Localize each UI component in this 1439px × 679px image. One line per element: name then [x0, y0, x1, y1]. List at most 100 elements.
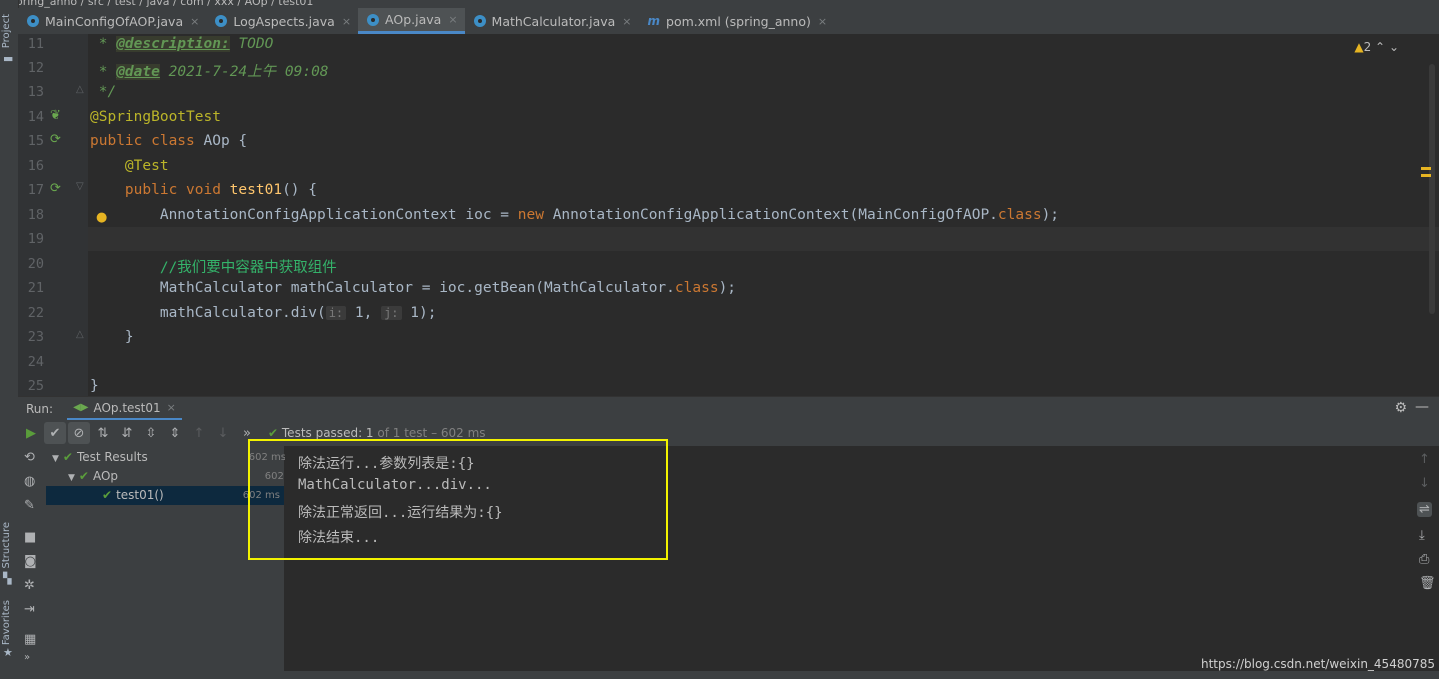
gear-icon[interactable]: ⚙: [1394, 400, 1407, 416]
layout-icon[interactable]: ▦: [24, 632, 36, 647]
tab-mainconfigofaop[interactable]: MainConfigOfAOP.java ×: [18, 8, 206, 34]
check-icon: ✔: [268, 426, 279, 440]
import-icon[interactable]: ⇥: [24, 602, 35, 617]
tests-passed-label: Tests passed:: [281, 426, 363, 440]
arrow-down-icon[interactable]: ↓: [212, 422, 234, 444]
folder-icon[interactable]: ▬: [3, 52, 13, 65]
fold-icon[interactable]: △: [76, 84, 84, 95]
close-icon[interactable]: ×: [622, 15, 631, 28]
line-number: 19: [27, 231, 44, 247]
show-ignored-icon[interactable]: ⊘: [68, 422, 90, 444]
chevron-down-icon[interactable]: ⌄: [1389, 40, 1399, 54]
code-line: @Test: [90, 158, 169, 174]
code-line: mathCalculator.div(i: 1, j: 1);: [90, 305, 437, 321]
fold-icon[interactable]: △: [76, 329, 84, 340]
structure-icon[interactable]: ▚: [3, 572, 11, 585]
collapse-all-icon[interactable]: ⇕: [164, 422, 186, 444]
maven-icon: m: [647, 14, 661, 28]
run-config-icon: ◀▶: [73, 402, 89, 413]
code-line: //我们要中容器中获取组件: [90, 260, 337, 276]
warning-marker[interactable]: [1421, 167, 1431, 170]
code-line: MathCalculator mathCalculator = ioc.getB…: [90, 280, 737, 296]
warning-count: 2: [1363, 40, 1372, 54]
tab-label: MainConfigOfAOP.java: [45, 13, 184, 29]
run-panel-header: Run: ◀▶ AOp.test01 × ⚙ —: [18, 396, 1439, 421]
chevron-up-icon[interactable]: ⌃: [1375, 40, 1385, 54]
code-line: * @description: TODO: [90, 36, 274, 52]
code-line: public void test01() {: [90, 182, 317, 198]
line-number: 12: [27, 60, 44, 76]
tab-aop[interactable]: AOp.java ×: [358, 8, 465, 34]
run-test-icon[interactable]: ⟳: [50, 132, 61, 147]
wrench-icon[interactable]: ✎: [24, 498, 35, 513]
expand-all-icon[interactable]: ⇳: [140, 422, 162, 444]
trash-icon[interactable]: 🗑: [1419, 576, 1436, 591]
show-passed-icon[interactable]: ✔: [44, 422, 66, 444]
editor-scrollbar[interactable]: [1429, 64, 1435, 314]
chevron-down-icon[interactable]: ▼: [52, 454, 59, 464]
breadcrumb: spring_anno / src / test / java / com / …: [0, 0, 1439, 8]
arrow-down-icon[interactable]: ↓: [1419, 476, 1430, 491]
line-number: 15: [27, 133, 44, 149]
close-icon[interactable]: ×: [448, 13, 457, 26]
caret-line-highlight: [88, 227, 1439, 251]
tests-passed-detail: of 1 test – 602 ms: [373, 426, 486, 440]
line-number: 17: [27, 182, 44, 198]
tab-run-aop-test01[interactable]: ◀▶ AOp.test01 ×: [67, 397, 182, 421]
rerun-icon[interactable]: ▶: [20, 422, 42, 444]
structure-tool-label[interactable]: Structure: [1, 522, 12, 569]
class-icon: [215, 15, 228, 27]
star-icon[interactable]: ★: [3, 646, 13, 659]
favorites-tool-label[interactable]: Favorites: [1, 600, 12, 645]
rerun-failed-icon[interactable]: ⟲: [24, 450, 35, 465]
run-title: Run:: [26, 402, 54, 416]
class-icon: [27, 15, 39, 27]
sort-duration-icon[interactable]: ⇵: [116, 422, 138, 444]
line-number: 13: [27, 84, 44, 100]
run-test-icon[interactable]: ⟳: [50, 181, 61, 196]
settings-icon[interactable]: ✲: [24, 578, 35, 593]
more-icon[interactable]: »: [24, 652, 30, 663]
sort-alpha-icon[interactable]: ⇅: [92, 422, 114, 444]
code-editor[interactable]: 11 12 13 14 15 16 17 18 19 20 21 22 23 2…: [18, 34, 1439, 396]
class-icon: [473, 15, 486, 27]
arrow-up-icon[interactable]: ↑: [188, 422, 210, 444]
warning-marker[interactable]: [1421, 174, 1431, 177]
print-icon[interactable]: ⎙: [1419, 552, 1429, 567]
run-toolbar: ▶ ✔ ⊘ ⇅ ⇵ ⇳ ⇕ ↑ ↓ » ✔ Tests passed: 1 of…: [18, 420, 1439, 446]
project-tool-label[interactable]: Project: [1, 14, 12, 48]
stop-icon[interactable]: ■: [24, 530, 36, 545]
close-icon[interactable]: ×: [342, 15, 351, 28]
code-line: }: [90, 329, 134, 345]
soft-wrap-icon[interactable]: ⇌: [1417, 502, 1432, 517]
close-icon[interactable]: ×: [190, 15, 199, 28]
line-number: 24: [27, 354, 44, 370]
close-icon[interactable]: ×: [818, 15, 827, 28]
tab-pom-xml[interactable]: m pom.xml (spring_anno) ×: [639, 8, 835, 34]
tab-mathcalculator[interactable]: MathCalculator.java ×: [465, 8, 639, 34]
line-number: 18: [27, 207, 44, 223]
inspection-widget[interactable]: ▲2 ⌃ ⌄: [1354, 40, 1399, 54]
line-number: 11: [27, 36, 44, 52]
breadcrumb-path[interactable]: spring_anno / src / test / java / com / …: [0, 0, 313, 8]
scroll-to-end-icon[interactable]: ⤓: [1419, 528, 1425, 543]
editor-tab-bar: MainConfigOfAOP.java × LogAspects.java × A…: [18, 8, 1439, 35]
camera-icon[interactable]: ◙: [24, 554, 37, 569]
code-line: }: [90, 378, 99, 394]
left-tool-stripe: Project ▬ Structure ▚ Favorites ★: [0, 0, 19, 679]
highlight-annotation-box: [248, 439, 668, 560]
tab-logaspects[interactable]: LogAspects.java ×: [206, 8, 358, 34]
check-icon: ✔: [102, 488, 113, 502]
minimize-icon[interactable]: —: [1415, 399, 1429, 415]
fold-icon[interactable]: ▽: [76, 181, 84, 192]
class-icon: [367, 13, 380, 26]
code-line: public class AOp {: [90, 133, 248, 149]
watermark-text: https://blog.csdn.net/weixin_45480785: [1200, 657, 1435, 671]
arrow-up-icon[interactable]: ↑: [1419, 452, 1430, 467]
chevron-down-icon[interactable]: ▼: [68, 473, 75, 483]
tree-item-label: test01(): [116, 488, 164, 502]
toggle-auto-test-icon[interactable]: ◍: [24, 474, 35, 489]
close-icon[interactable]: ×: [167, 401, 176, 414]
run-tab-label: AOp.test01: [93, 400, 161, 415]
tab-label: pom.xml (spring_anno): [666, 13, 811, 29]
